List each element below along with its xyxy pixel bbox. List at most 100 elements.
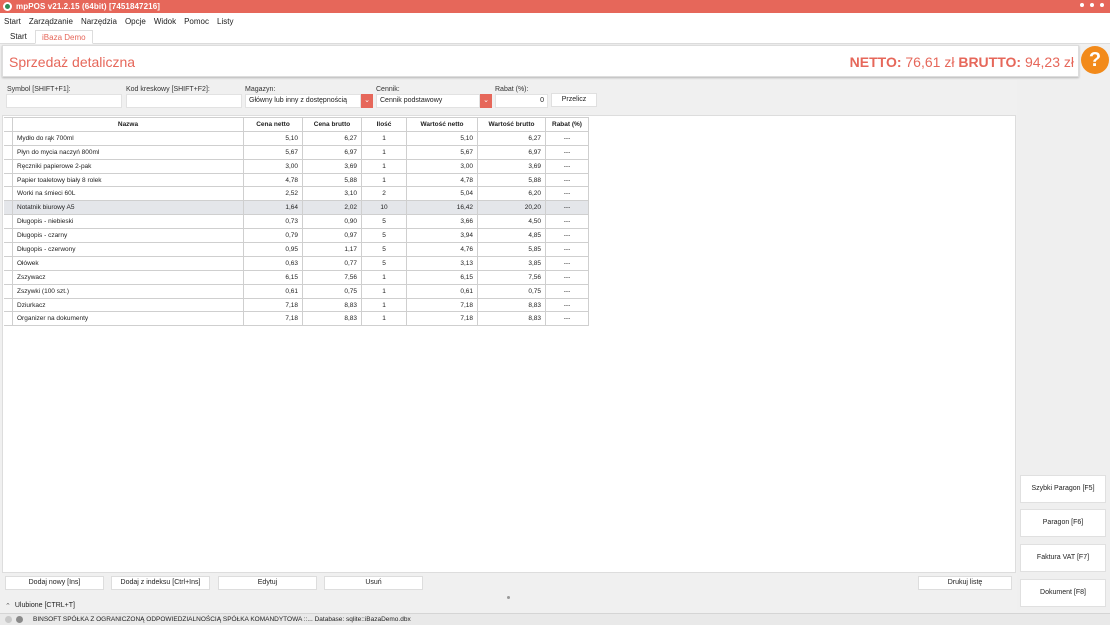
table-cell[interactable]: --- xyxy=(545,283,589,299)
column-header-cena-brutto[interactable]: Cena brutto xyxy=(302,117,362,132)
row-indicator[interactable] xyxy=(4,200,13,216)
table-cell[interactable]: 5,88 xyxy=(302,172,362,188)
table-cell[interactable]: 3,13 xyxy=(406,255,478,271)
table-cell[interactable]: 7,18 xyxy=(243,297,303,313)
table-row[interactable]: Zszywki (100 szt.) 0,61 0,75 1 0,61 0,75 --- xyxy=(4,283,589,299)
menu-start[interactable]: Start xyxy=(4,17,21,26)
table-cell[interactable]: 1 xyxy=(361,297,407,313)
table-cell[interactable]: --- xyxy=(545,297,589,313)
table-row[interactable]: Worki na śmieci 60L 2,52 3,10 2 5,04 6,20 --- xyxy=(4,186,589,202)
table-cell[interactable]: 6,27 xyxy=(477,130,546,146)
table-cell[interactable]: 1 xyxy=(361,158,407,174)
column-header-cena-netto[interactable]: Cena netto xyxy=(243,117,303,132)
table-cell[interactable]: --- xyxy=(545,214,589,230)
table-cell[interactable]: 3,94 xyxy=(406,228,478,244)
table-cell[interactable]: 20,20 xyxy=(477,200,546,216)
table-cell[interactable]: 2,02 xyxy=(302,200,362,216)
table-cell[interactable]: 1 xyxy=(361,269,407,285)
table-cell[interactable]: 7,18 xyxy=(406,297,478,313)
receipt-button[interactable]: Paragon [F6] xyxy=(1020,509,1106,537)
table-cell[interactable]: 0,95 xyxy=(243,242,303,257)
table-cell[interactable]: 0,75 xyxy=(302,283,362,299)
table-row[interactable]: Długopis - niebieski 0,73 0,90 5 3,66 4,50 --- xyxy=(4,214,589,230)
recalculate-button[interactable]: Przelicz xyxy=(551,93,597,107)
table-cell[interactable]: 8,83 xyxy=(477,311,546,327)
table-cell[interactable]: --- xyxy=(545,255,589,271)
delete-button[interactable]: Usuń xyxy=(324,576,423,590)
table-cell[interactable]: 5,67 xyxy=(406,144,478,160)
window-controls[interactable] xyxy=(1080,3,1104,7)
row-indicator[interactable] xyxy=(4,172,13,188)
table-cell[interactable]: 4,85 xyxy=(477,228,546,244)
warehouse-chevron-down-icon[interactable]: ⌄ xyxy=(361,94,373,108)
table-cell[interactable]: --- xyxy=(545,172,589,188)
vat-invoice-button[interactable]: Faktura VAT [F7] xyxy=(1020,544,1106,572)
table-cell[interactable]: Długopis - czarny xyxy=(12,228,244,244)
table-cell[interactable]: 0,77 xyxy=(302,255,362,271)
table-row[interactable]: Długopis - czarny 0,79 0,97 5 3,94 4,85 --- xyxy=(4,228,589,244)
quick-receipt-button[interactable]: Szybki Paragon [F5] xyxy=(1020,475,1106,503)
warehouse-select[interactable]: Główny lub inny z dostępnością xyxy=(245,94,361,108)
table-cell[interactable]: --- xyxy=(545,158,589,174)
table-cell[interactable]: Mydło do rąk 700ml xyxy=(12,130,244,146)
table-cell[interactable]: 1,64 xyxy=(243,200,303,216)
table-cell[interactable]: 8,83 xyxy=(477,297,546,313)
row-indicator[interactable] xyxy=(4,255,13,271)
discount-input[interactable]: 0 xyxy=(495,94,548,108)
table-row[interactable]: Papier toaletowy biały 8 rolek 4,78 5,88 1 4… xyxy=(4,172,589,188)
table-cell[interactable]: Ręczniki papierowe 2-pak xyxy=(12,158,244,174)
row-indicator[interactable] xyxy=(4,214,13,230)
table-cell[interactable]: 5 xyxy=(361,228,407,244)
favorites-bar[interactable]: ⌃ Ulubione [CTRL+T] xyxy=(0,599,1017,612)
table-cell[interactable]: 5 xyxy=(361,242,407,257)
table-cell[interactable]: Ołówek xyxy=(12,255,244,271)
row-indicator[interactable] xyxy=(4,228,13,244)
row-indicator[interactable] xyxy=(4,283,13,299)
table-row[interactable]: Organizer na dokumenty 7,18 8,83 1 7,18 8,83-… xyxy=(4,311,589,327)
table-cell[interactable]: Długopis - niebieski xyxy=(12,214,244,230)
table-cell[interactable]: 2 xyxy=(361,186,407,202)
column-header-wartosc-brutto[interactable]: Wartość brutto xyxy=(477,117,546,132)
table-cell[interactable]: 4,78 xyxy=(243,172,303,188)
table-cell[interactable]: 0,61 xyxy=(406,283,478,299)
table-cell[interactable]: 3,69 xyxy=(302,158,362,174)
help-icon[interactable]: ? xyxy=(1081,46,1109,74)
table-row[interactable]: Zszywacz 6,15 7,56 1 6,15 7,56 --- xyxy=(4,269,589,285)
table-cell[interactable]: 3,69 xyxy=(477,158,546,174)
column-header-ilosc[interactable]: Ilość xyxy=(361,117,407,132)
table-cell[interactable]: 6,97 xyxy=(477,144,546,160)
table-cell[interactable]: Długopis - czerwony xyxy=(12,242,244,257)
menu-narzedzia[interactable]: Narzędzia xyxy=(81,17,117,26)
column-header-nazwa[interactable]: Nazwa xyxy=(12,117,244,132)
row-indicator[interactable] xyxy=(4,144,13,160)
table-cell[interactable]: 5,88 xyxy=(477,172,546,188)
table-cell[interactable]: 5,85 xyxy=(477,242,546,257)
table-cell[interactable]: Organizer na dokumenty xyxy=(12,311,244,327)
table-cell[interactable]: Dziurkacz xyxy=(12,297,244,313)
table-cell[interactable]: 7,56 xyxy=(302,269,362,285)
table-cell[interactable]: --- xyxy=(545,186,589,202)
table-cell[interactable]: 5 xyxy=(361,255,407,271)
table-row[interactable]: Dziurkacz 7,18 8,83 1 7,18 8,83 --- xyxy=(4,297,589,313)
table-cell[interactable]: 7,18 xyxy=(406,311,478,327)
table-cell[interactable]: --- xyxy=(545,130,589,146)
table-cell[interactable]: 0,75 xyxy=(477,283,546,299)
table-cell[interactable]: 1 xyxy=(361,130,407,146)
table-cell[interactable]: 3,66 xyxy=(406,214,478,230)
table-cell[interactable]: 5 xyxy=(361,214,407,230)
table-cell[interactable]: Płyn do mycia naczyń 800ml xyxy=(12,144,244,160)
close-dot-icon[interactable] xyxy=(1100,3,1104,7)
table-cell[interactable]: --- xyxy=(545,269,589,285)
menu-pomoc[interactable]: Pomoc xyxy=(184,17,209,26)
table-cell[interactable]: 0,63 xyxy=(243,255,303,271)
table-cell[interactable]: 6,20 xyxy=(477,186,546,202)
row-indicator[interactable] xyxy=(4,158,13,174)
tab-start[interactable]: Start xyxy=(4,30,33,44)
table-row[interactable]: Notatnik biurowy A5 1,64 2,02 10 16,42 20,20-… xyxy=(4,200,589,216)
table-cell[interactable]: 0,97 xyxy=(302,228,362,244)
table-cell[interactable]: --- xyxy=(545,200,589,216)
table-cell[interactable]: Worki na śmieci 60L xyxy=(12,186,244,202)
table-row[interactable]: Mydło do rąk 700ml 5,10 6,27 1 5,10 6,27 --- xyxy=(4,130,589,146)
row-indicator[interactable] xyxy=(4,242,13,257)
menu-listy[interactable]: Listy xyxy=(217,17,233,26)
